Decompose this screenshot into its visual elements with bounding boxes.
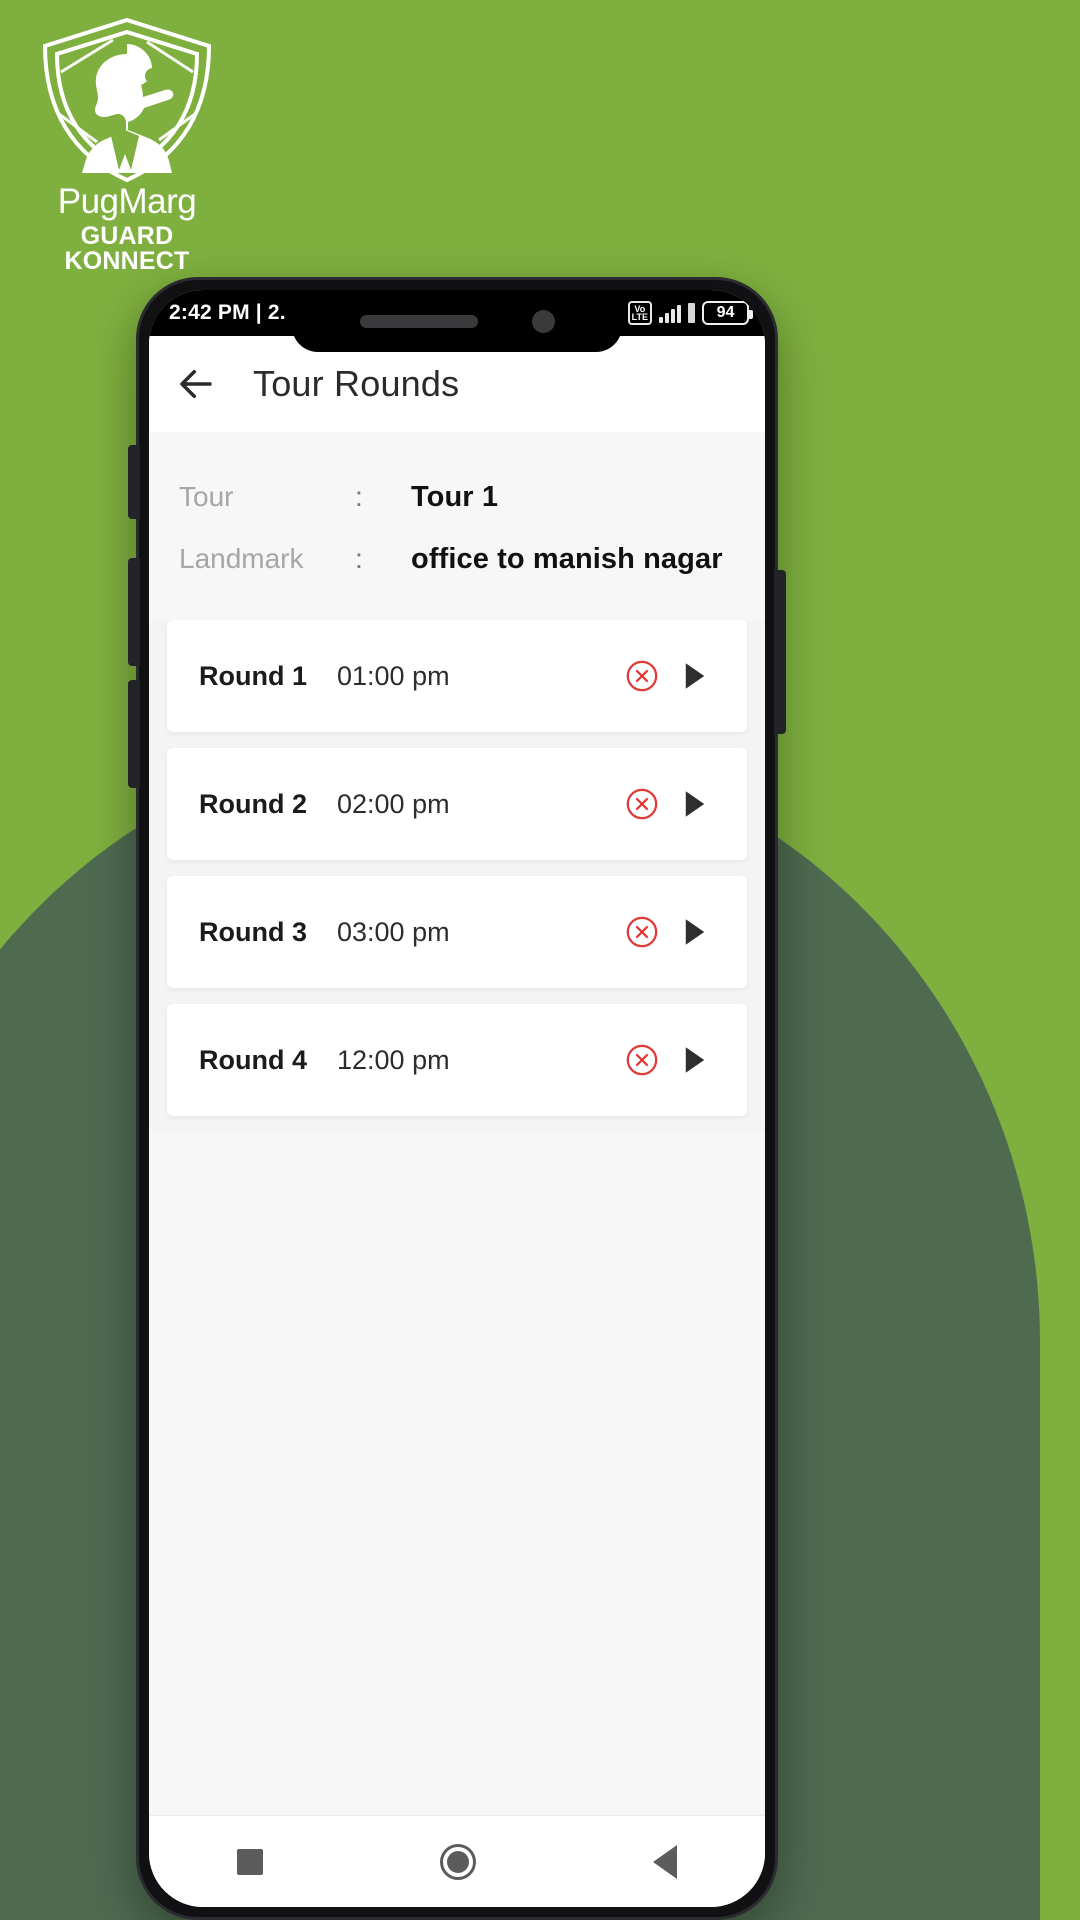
table-row[interactable]: Round 2 02:00 pm [167, 748, 747, 860]
play-triangle-icon[interactable] [681, 661, 709, 691]
round-name: Round 1 [199, 660, 307, 691]
volte-icon: Vo LTE [627, 301, 652, 325]
phone-screen-bezel: 2:42 PM | 2. Vo LTE 94 Tour Rounds Tour … [149, 290, 765, 1907]
table-row[interactable]: Round 3 03:00 pm [167, 876, 747, 988]
circle-x-delete-icon[interactable] [625, 1043, 659, 1077]
phone-button-left-3 [128, 680, 140, 788]
phone-notch [292, 290, 622, 352]
security-guard-shield-icon [42, 17, 212, 183]
round-actions [625, 659, 747, 693]
tour-info-block: Tour : Tour 1 Landmark : office to manis… [149, 432, 765, 620]
battery-level: 94 [716, 304, 735, 321]
phone-mockup: 2:42 PM | 2. Vo LTE 94 Tour Rounds Tour … [128, 277, 786, 1920]
brand-logo: PugMarg GUARD KONNECT [22, 14, 232, 274]
android-nav-bar [149, 1815, 765, 1907]
square-recents-icon[interactable] [237, 1848, 264, 1875]
brand-tagline-guard: GUARD [80, 222, 174, 250]
round-actions [625, 787, 747, 821]
status-bar-icons: Vo LTE 94 [604, 301, 753, 325]
brand-tagline: GUARD KONNECT [22, 224, 232, 274]
page-root: PugMarg GUARD KONNECT 2:42 PM | 2. Vo LT… [0, 0, 1080, 1920]
round-time: 01:00 pm [337, 660, 450, 691]
table-row[interactable]: Round 4 12:00 pm [167, 1004, 747, 1116]
circle-x-delete-icon[interactable] [625, 659, 659, 693]
play-triangle-icon[interactable] [681, 917, 709, 947]
info-row-tour: Tour : Tour 1 [149, 466, 765, 528]
info-separator: : [355, 481, 363, 512]
play-triangle-icon[interactable] [681, 789, 709, 819]
round-name: Round 4 [199, 1044, 307, 1075]
phone-button-left-2 [128, 558, 140, 666]
brand-tagline-konnect: KONNECT [64, 247, 190, 275]
empty-content-area [149, 1132, 765, 1815]
play-triangle-icon[interactable] [681, 1045, 709, 1075]
app-screen: 2:42 PM | 2. Vo LTE 94 Tour Rounds Tour … [149, 290, 765, 1907]
info-label: Tour [179, 481, 234, 512]
info-value: office to manish nagar [411, 542, 723, 575]
table-row[interactable]: Round 1 01:00 pm [167, 620, 747, 732]
round-time: 02:00 pm [337, 788, 450, 819]
front-camera [531, 309, 555, 333]
circle-x-delete-icon[interactable] [625, 787, 659, 821]
phone-button-right-1 [774, 570, 786, 734]
info-label: Landmark [179, 543, 304, 574]
status-bar: 2:42 PM | 2. Vo LTE 94 [149, 290, 765, 352]
round-time: 12:00 pm [337, 1044, 450, 1075]
round-actions [625, 1043, 747, 1077]
battery-icon: 94 [702, 301, 753, 325]
phone-button-left-1 [128, 445, 140, 519]
brand-name: PugMarg [57, 182, 197, 221]
round-name: Round 2 [199, 788, 307, 819]
rounds-list: Round 1 01:00 pm Round 2 02:00 pm Round … [149, 620, 765, 1132]
triangle-back-icon[interactable] [652, 1844, 677, 1879]
status-bar-time: 2:42 PM | 2. [169, 301, 286, 324]
round-name: Round 3 [199, 916, 307, 947]
signal-bars-icon [659, 303, 681, 323]
earpiece-speaker [359, 314, 478, 328]
round-actions [625, 915, 747, 949]
info-row-landmark: Landmark : office to manish nagar [149, 528, 765, 590]
round-time: 03:00 pm [337, 916, 450, 947]
circle-home-icon[interactable] [439, 1843, 476, 1880]
circle-x-delete-icon[interactable] [625, 915, 659, 949]
info-value: Tour 1 [411, 480, 499, 513]
page-title: Tour Rounds [253, 363, 460, 404]
info-separator: : [355, 543, 363, 574]
back-arrow-icon[interactable] [175, 363, 217, 405]
signal-bars-icon-secondary [688, 303, 695, 323]
